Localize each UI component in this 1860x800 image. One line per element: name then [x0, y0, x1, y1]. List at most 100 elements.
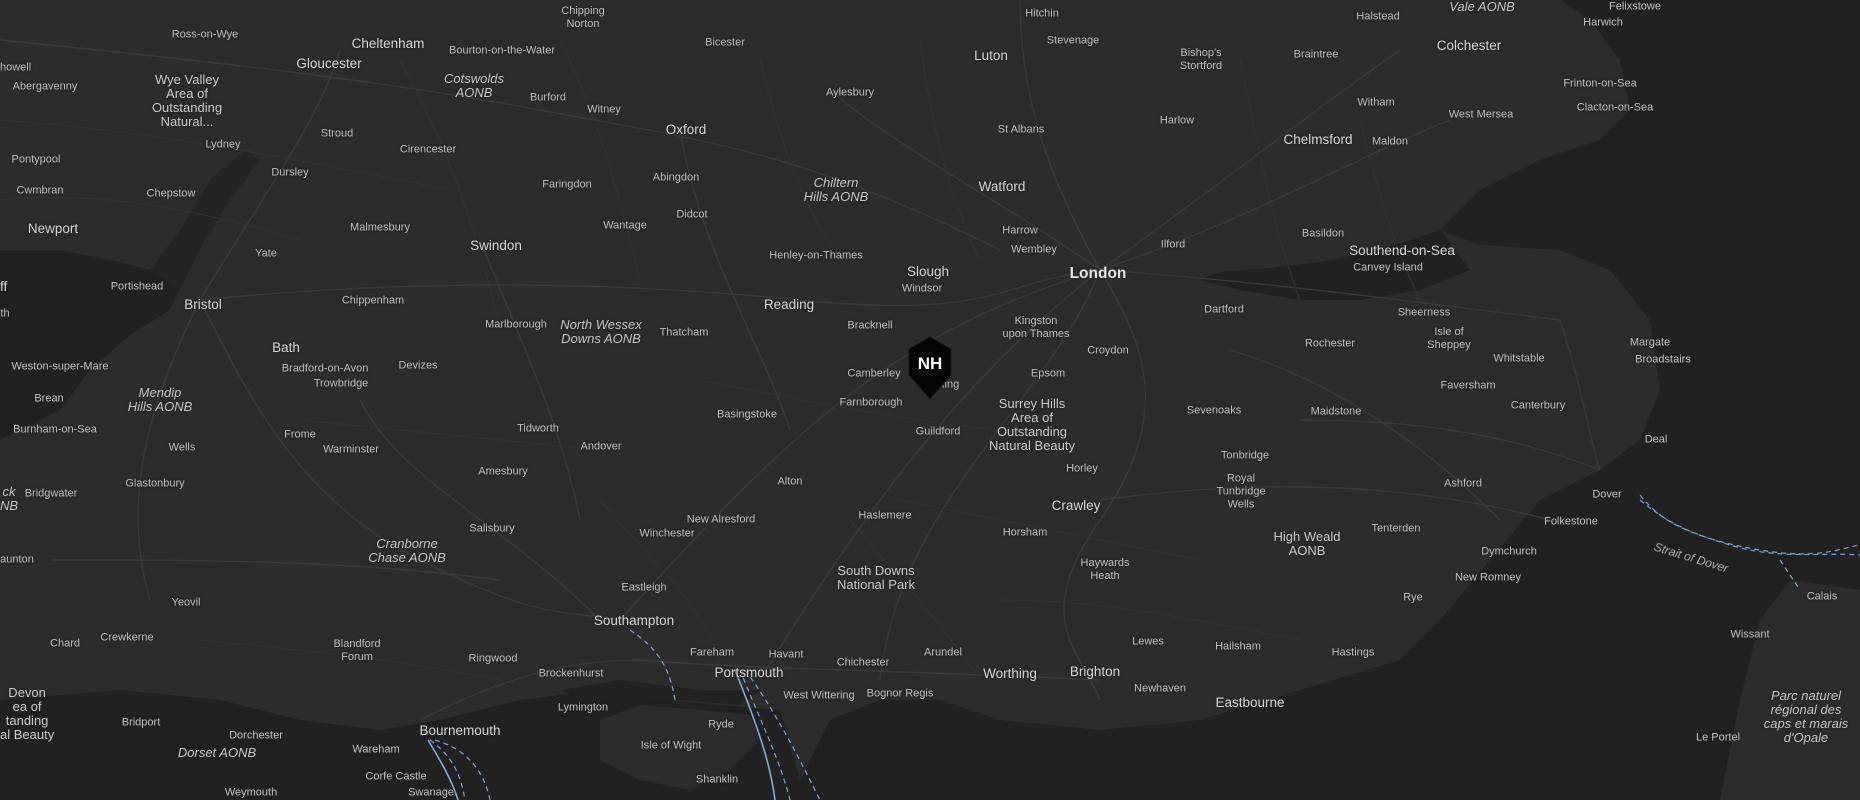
label-clacton: Clacton-on-Sea [1576, 101, 1654, 114]
label-isle-of-wight: Isle of Wight [640, 739, 702, 752]
label-dover: Dover [1592, 488, 1622, 501]
label-ck: ck NB [0, 484, 19, 513]
label-newport: Newport [27, 221, 79, 236]
label-frinton: Frinton-on-Sea [1563, 77, 1637, 90]
label-ross-on-wye: Ross-on-Wye [171, 28, 239, 41]
label-slough: Slough [906, 264, 950, 279]
label-burnham: Burnham-on-Sea [13, 423, 97, 436]
label-canterbury: Canterbury [1510, 399, 1566, 412]
label-cotswolds: Cotswolds AONB [444, 71, 504, 100]
label-sevenoaks: Sevenoaks [1186, 404, 1242, 417]
label-sheerness: Sheerness [1397, 306, 1451, 319]
label-whitstable: Whitstable [1493, 352, 1545, 365]
label-crawley: Crawley [1051, 498, 1101, 513]
label-wembley: Wembley [1011, 243, 1057, 256]
label-trowbridge: Trowbridge [313, 377, 369, 390]
label-reading: Reading [763, 297, 815, 312]
label-tenterden: Tenterden [1371, 522, 1421, 535]
label-maldon: Maldon [1371, 135, 1409, 148]
label-portishead: Portishead [110, 280, 164, 293]
label-brockenhurst: Brockenhurst [538, 667, 604, 680]
label-warminster: Warminster [323, 443, 379, 456]
label-southampton: Southampton [593, 613, 675, 628]
label-bognor: Bognor Regis [866, 687, 934, 700]
label-croydon: Croydon [1087, 344, 1129, 357]
map-canvas[interactable]: Ross-on-Wye Chipping Norton Hitchin Halstea… [0, 0, 1860, 800]
label-fareham: Fareham [689, 646, 735, 659]
label-ashford: Ashford [1444, 477, 1482, 490]
label-north-wessex: North Wessex Downs AONB [560, 317, 642, 346]
label-isle-of-sheppey: Isle of Sheppey [1427, 326, 1471, 351]
label-hastings: Hastings [1331, 646, 1375, 659]
label-didcot: Didcot [676, 208, 708, 221]
label-epsom: Epsom [1030, 367, 1066, 380]
label-burford: Burford [529, 91, 567, 104]
label-royal-tunbridge: Royal Tunbridge Wells [1216, 472, 1266, 511]
label-maidstone: Maidstone [1310, 405, 1362, 418]
pin-monogram: NH [918, 354, 943, 373]
label-marlborough: Marlborough [485, 318, 547, 331]
label-aylesbury: Aylesbury [825, 86, 875, 99]
label-bishops-stortford: Bishop's Stortford [1179, 47, 1223, 72]
label-braintree: Braintree [1293, 48, 1339, 61]
label-bridgwater: Bridgwater [24, 487, 78, 500]
label-taunton: aunton [0, 553, 34, 566]
label-harrow: Harrow [1002, 224, 1038, 237]
label-lymington: Lymington [557, 701, 609, 714]
label-faversham: Faversham [1440, 379, 1496, 392]
label-chichester: Chichester [836, 656, 890, 669]
monogram-map-pin-icon: NH [908, 336, 952, 400]
label-colchester: Colchester [1436, 38, 1502, 53]
label-eastleigh: Eastleigh [621, 581, 667, 594]
label-watford: Watford [978, 179, 1026, 194]
label-andover: Andover [580, 440, 622, 453]
label-west-mersea: West Mersea [1448, 108, 1514, 121]
label-portsmouth: Portsmouth [714, 665, 784, 680]
label-calais: Calais [1806, 590, 1838, 603]
label-west-wittering: West Wittering [783, 689, 855, 702]
label-thatcham: Thatcham [659, 326, 709, 339]
label-chipping-norton: Chipping Norton [561, 5, 605, 30]
label-haywards-heath: Haywards Heath [1080, 557, 1130, 582]
label-folkestone: Folkestone [1544, 515, 1598, 528]
label-weston: Weston-super-Mare [11, 360, 109, 373]
label-gloucester: Gloucester [296, 56, 362, 71]
label-frome: Frome [284, 428, 316, 441]
label-winchester: Winchester [639, 527, 695, 540]
label-south-downs: South Downs National Park [836, 563, 916, 592]
label-swanage: Swanage [408, 786, 454, 798]
label-harlow: Harlow [1159, 114, 1195, 127]
label-malmesbury: Malmesbury [350, 221, 410, 234]
label-horsham: Horsham [1002, 526, 1048, 539]
label-ff: ff [0, 279, 8, 294]
location-pin[interactable]: NH [905, 335, 955, 401]
label-corfe: Corfe Castle [365, 770, 427, 783]
label-farnborough: Farnborough [839, 396, 903, 409]
label-cwmbran: Cwmbran [16, 184, 64, 197]
label-ringwood: Ringwood [468, 652, 518, 665]
label-vale-aonb: Vale AONB [1449, 0, 1515, 14]
label-witney: Witney [587, 103, 621, 116]
label-dymchurch: Dymchurch [1481, 545, 1537, 558]
label-abergavenny: Abergavenny [12, 80, 78, 93]
label-windsor: Windsor [901, 282, 943, 295]
label-stevenage: Stevenage [1046, 34, 1100, 47]
label-yate: Yate [255, 247, 277, 260]
label-bristol: Bristol [184, 297, 222, 312]
label-dursley: Dursley [271, 166, 309, 179]
label-hitchin: Hitchin [1025, 7, 1059, 20]
label-st-albans: St Albans [997, 123, 1045, 136]
label-crewkerne: Crewkerne [100, 631, 154, 644]
label-wareham: Wareham [352, 743, 400, 756]
label-tonbridge: Tonbridge [1220, 449, 1270, 462]
label-bradford-on-avon: Bradford-on-Avon [281, 362, 369, 375]
label-havant: Havant [768, 648, 804, 661]
label-alton: Alton [777, 475, 803, 488]
label-rye: Rye [1403, 591, 1423, 604]
label-blandford: Blandford Forum [333, 638, 381, 663]
label-wantage: Wantage [603, 219, 647, 232]
label-ryde: Ryde [708, 718, 734, 731]
label-southend: Southend-on-Sea [1349, 243, 1455, 258]
label-henley: Henley-on-Thames [769, 249, 863, 262]
label-swindon: Swindon [470, 238, 522, 253]
